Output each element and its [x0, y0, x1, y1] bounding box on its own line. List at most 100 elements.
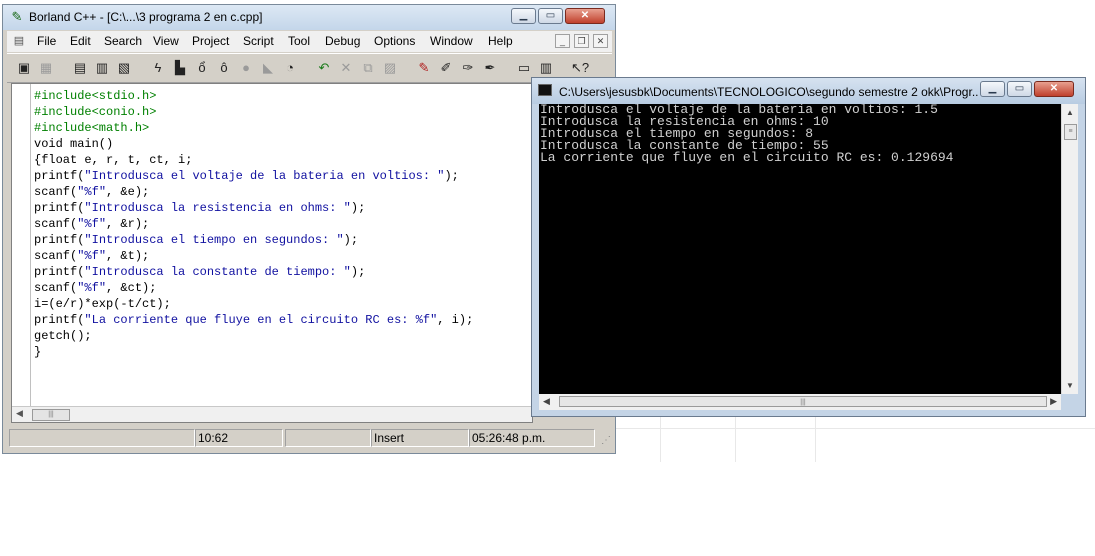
code-token: printf( — [34, 313, 85, 327]
borland-toolbar: ▣ ▦ ▤ ▥ ▧ ϟ ▙ ổ ô ● ◣ ◔ ↶ ✕ ⧉ ▨ ✎ ✐ ✑ ✒ … — [7, 53, 612, 83]
menu-window[interactable]: Window — [430, 34, 473, 48]
stop-icon[interactable]: ● — [235, 57, 257, 79]
borland-window-title: Borland C++ - [C:\...\3 programa 2 en c.… — [29, 10, 263, 24]
mdi-close-button[interactable]: ✕ — [593, 34, 608, 48]
code-editor[interactable]: #include<stdio.h> #include<conio.h> #inclu… — [11, 83, 533, 423]
menu-debug[interactable]: Debug — [325, 34, 360, 48]
status-message-pane — [9, 429, 195, 447]
code-line[interactable]: scanf("%f", &e); — [34, 184, 473, 200]
scroll-thumb[interactable]: ||| — [32, 409, 70, 421]
copy-icon[interactable]: ⧉ — [357, 57, 379, 79]
code-text[interactable]: #include<stdio.h> #include<conio.h> #inclu… — [34, 88, 473, 360]
code-token: , &e); — [106, 185, 150, 199]
console-vertical-scrollbar[interactable]: ▲ ≡ ▼ — [1061, 104, 1078, 394]
menu-help[interactable]: Help — [488, 34, 513, 48]
code-line[interactable]: scanf("%f", &ct); — [34, 280, 473, 296]
code-line[interactable]: void main() — [34, 136, 473, 152]
code-token: printf( — [34, 201, 85, 215]
scroll-down-arrow-icon[interactable]: ▼ — [1066, 381, 1074, 390]
close-button[interactable]: ✕ — [565, 8, 605, 24]
code-line[interactable]: scanf("%f", &r); — [34, 216, 473, 232]
pen-icon[interactable]: ✎ — [413, 57, 435, 79]
code-line[interactable]: printf("Introdusca el tiempo en segundos… — [34, 232, 473, 248]
compile-icon[interactable]: ▙ — [169, 57, 191, 79]
new-file-icon[interactable]: ▤ — [69, 57, 91, 79]
editor-gutter[interactable] — [12, 84, 31, 408]
status-cursor-position: 10:62 — [195, 429, 283, 447]
borland-title-bar[interactable]: ✎ Borland C++ - [C:\...\3 programa 2 en … — [3, 5, 615, 30]
code-token: ); — [350, 265, 366, 279]
step-icon[interactable]: ◣ — [257, 57, 279, 79]
console-caption-buttons: ▁ ▭ ✕ — [980, 81, 1074, 97]
console-title-bar[interactable]: C:\Users\jesusbk\Documents\TECNOLOGICO\s… — [532, 78, 1085, 104]
code-token: #include<math.h> — [34, 121, 150, 135]
undo-icon[interactable]: ↶ — [313, 57, 335, 79]
console-maximize-button[interactable]: ▭ — [1007, 81, 1032, 97]
scroll-left-arrow-icon[interactable]: ◀ — [543, 396, 550, 407]
maximize-button[interactable]: ▭ — [538, 8, 563, 24]
code-line[interactable]: {float e, r, t, ct, i; — [34, 152, 473, 168]
debug-icon[interactable]: ô — [213, 57, 235, 79]
background-line — [616, 428, 1095, 429]
code-line[interactable]: printf("La corriente que fluye en el cir… — [34, 312, 473, 328]
code-token: ); — [343, 233, 359, 247]
code-line[interactable]: i=(e/r)*exp(-t/ct); — [34, 296, 473, 312]
mdi-minimize-button[interactable]: _ — [555, 34, 570, 48]
open-project-icon[interactable]: ▦ — [35, 57, 57, 79]
code-line[interactable]: printf("Introdusca la resistencia en ohm… — [34, 200, 473, 216]
inspect-icon[interactable]: ✑ — [457, 57, 479, 79]
help-cursor-icon[interactable]: ↖? — [569, 57, 591, 79]
console-vscroll-thumb[interactable]: ≡ — [1064, 124, 1077, 140]
code-line[interactable]: #include<conio.h> — [34, 104, 473, 120]
lightning-icon[interactable]: ϟ — [147, 57, 169, 79]
mdi-restore-button[interactable]: ❐ — [574, 34, 589, 48]
borland-window: ✎ Borland C++ - [C:\...\3 programa 2 en … — [2, 4, 616, 454]
menu-view[interactable]: View — [153, 34, 179, 48]
code-token: printf( — [34, 169, 85, 183]
code-line[interactable]: printf("Introdusca la constante de tiemp… — [34, 264, 473, 280]
run-icon[interactable]: ổ — [191, 57, 213, 79]
console-line: La corriente que fluye en el circuito RC… — [540, 150, 954, 165]
code-token: scanf( — [34, 217, 78, 231]
menu-tool[interactable]: Tool — [288, 34, 310, 48]
resize-grip-icon[interactable]: ⋰ — [597, 435, 611, 449]
menu-options[interactable]: Options — [374, 34, 415, 48]
window-icon[interactable]: ▭ — [513, 57, 535, 79]
code-token: scanf( — [34, 249, 78, 263]
new-project-icon[interactable]: ▣ — [13, 57, 35, 79]
code-line[interactable]: scanf("%f", &t); — [34, 248, 473, 264]
window-tile-icon[interactable]: ▥ — [535, 57, 557, 79]
code-token: getch(); — [34, 329, 92, 343]
console-output-area[interactable]: Introdusca el voltaje de la bateria en v… — [539, 104, 1061, 394]
scroll-left-arrow-icon[interactable]: ◀ — [16, 408, 23, 419]
document-icon[interactable]: ▤ — [11, 33, 27, 49]
console-hscroll-thumb[interactable]: ||| — [559, 396, 1047, 407]
code-line[interactable]: printf("Introdusca el voltaje de la bate… — [34, 168, 473, 184]
menu-search[interactable]: Search — [104, 34, 142, 48]
console-minimize-button[interactable]: ▁ — [980, 81, 1005, 97]
editor-horizontal-scrollbar[interactable]: ◀ ||| — [12, 406, 532, 422]
open-file-icon[interactable]: ▥ — [91, 57, 113, 79]
console-close-button[interactable]: ✕ — [1034, 81, 1074, 97]
view-icon[interactable]: ✒ — [479, 57, 501, 79]
menu-edit[interactable]: Edit — [70, 34, 91, 48]
menu-script[interactable]: Script — [243, 34, 274, 48]
menu-file[interactable]: File — [37, 34, 56, 48]
code-token: "Introdusca la constante de tiempo: " — [84, 265, 351, 279]
menu-project[interactable]: Project — [192, 34, 229, 48]
console-horizontal-scrollbar[interactable]: ◀ ||| ▶ — [539, 394, 1061, 410]
breakpoint-icon[interactable]: ◔ — [279, 57, 301, 79]
scroll-up-arrow-icon[interactable]: ▲ — [1066, 108, 1074, 117]
cut-icon[interactable]: ✕ — [335, 57, 357, 79]
code-line[interactable]: getch(); — [34, 328, 473, 344]
paste-icon[interactable]: ▨ — [379, 57, 401, 79]
code-line[interactable]: } — [34, 344, 473, 360]
browse-icon[interactable]: ✐ — [435, 57, 457, 79]
scroll-right-arrow-icon[interactable]: ▶ — [1050, 396, 1057, 407]
minimize-button[interactable]: ▁ — [511, 8, 536, 24]
code-token: #include<conio.h> — [34, 105, 157, 119]
code-line[interactable]: #include<math.h> — [34, 120, 473, 136]
save-file-icon[interactable]: ▧ — [113, 57, 135, 79]
background-line — [660, 417, 661, 462]
code-line[interactable]: #include<stdio.h> — [34, 88, 473, 104]
